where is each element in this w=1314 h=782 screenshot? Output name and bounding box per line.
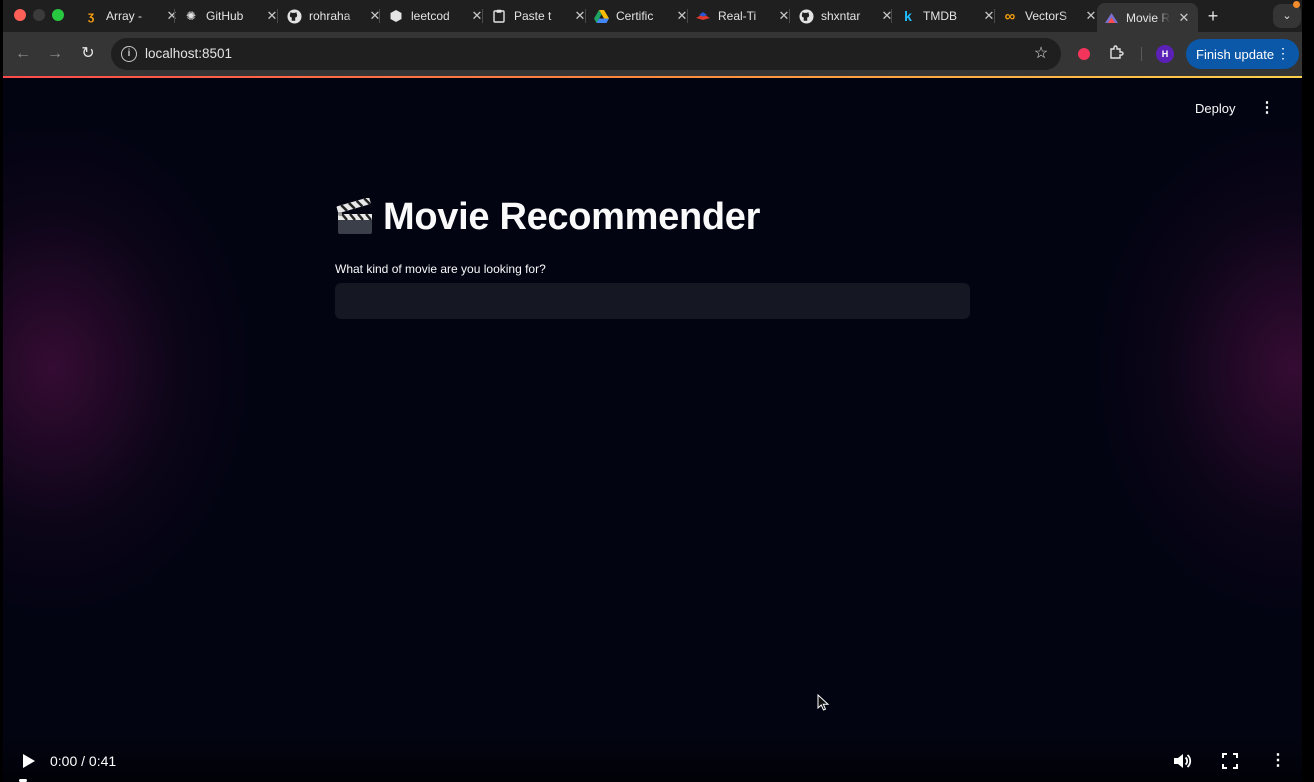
- close-icon[interactable]: ✕: [1176, 10, 1192, 26]
- clapperboard-icon: [335, 196, 375, 238]
- play-icon[interactable]: [19, 752, 37, 770]
- movie-query-input[interactable]: [335, 283, 970, 319]
- video-controls-bar: [0, 728, 1314, 782]
- tab-divider: [174, 9, 175, 23]
- back-button[interactable]: ←: [13, 44, 33, 64]
- tab-label: Paste t: [514, 9, 552, 23]
- url-text[interactable]: localhost:8501: [145, 46, 232, 61]
- tab-movie-recommender[interactable]: Movie R ✕: [1097, 3, 1198, 32]
- tab-certific[interactable]: Certific ✕: [593, 3, 690, 29]
- toolbar-divider: [1141, 47, 1142, 61]
- video-time: 0:00 / 0:41: [50, 753, 117, 769]
- window-maximize-button[interactable]: [52, 9, 64, 21]
- tab-label: TMDB: [923, 9, 957, 23]
- deploy-button[interactable]: Deploy: [1195, 101, 1235, 116]
- bookmark-star-icon[interactable]: ☆: [1031, 44, 1051, 64]
- background-glow-left: [3, 118, 253, 618]
- update-notification-dot: [1293, 1, 1300, 8]
- tab-array[interactable]: ʒ Array - ✕: [83, 3, 180, 29]
- tab-divider: [585, 9, 586, 23]
- reload-icon: ↻: [81, 45, 95, 62]
- window-minimize-button[interactable]: [33, 9, 45, 21]
- extension-icon[interactable]: [1078, 48, 1090, 60]
- tab-vectors[interactable]: ∞ VectorS ✕: [1002, 3, 1099, 29]
- finish-update-label: Finish update: [1196, 46, 1275, 62]
- tab-shxntar[interactable]: shxntar ✕: [798, 3, 895, 29]
- extensions-puzzle-icon[interactable]: [1107, 44, 1127, 64]
- tab-divider: [891, 9, 892, 23]
- more-vertical-icon: ⋮: [1276, 45, 1290, 61]
- tab-leetcode[interactable]: leetcod ✕: [388, 3, 485, 29]
- address-bar[interactable]: i localhost:8501 ☆: [111, 38, 1061, 70]
- app-menu-button[interactable]: ⋮: [1259, 99, 1275, 117]
- arrow-left-icon: ←: [15, 45, 31, 62]
- tab-strip: ʒ Array - ✕ ✺ GitHub ✕ rohraha ✕ leetcod…: [3, 0, 1302, 32]
- site-info-icon[interactable]: i: [121, 46, 137, 62]
- page-title-row: Movie Recommender: [335, 196, 760, 239]
- github-icon: [286, 8, 302, 24]
- orange-code-icon: ʒ: [87, 9, 95, 23]
- tab-rohraha[interactable]: rohraha ✕: [286, 3, 383, 29]
- cube-icon: [388, 8, 404, 24]
- fullscreen-icon[interactable]: [1222, 753, 1238, 769]
- tab-real-ti[interactable]: Real-Ti ✕: [695, 3, 792, 29]
- tab-label: Certific: [616, 9, 654, 23]
- tab-paste[interactable]: Paste t ✕: [491, 3, 588, 29]
- app-header: [3, 78, 1302, 130]
- close-icon[interactable]: ✕: [879, 8, 895, 24]
- tab-divider: [379, 9, 380, 23]
- tab-label: Movie R: [1126, 10, 1170, 25]
- clipboard-icon: [491, 8, 507, 24]
- kaggle-icon: k: [904, 8, 912, 24]
- tab-label: shxntar: [821, 9, 861, 23]
- more-vertical-icon: ⋮: [1270, 752, 1286, 769]
- background-glow-right: [1093, 118, 1302, 618]
- chevron-down-icon: ⌄: [1282, 10, 1292, 22]
- tab-divider: [994, 9, 995, 23]
- window-close-button[interactable]: [14, 9, 26, 21]
- google-drive-icon: [593, 8, 609, 24]
- screen-frame: ʒ Array - ✕ ✺ GitHub ✕ rohraha ✕ leetcod…: [0, 0, 1314, 782]
- video-more-options-button[interactable]: ⋮: [1270, 751, 1286, 771]
- github-icon: [798, 8, 814, 24]
- streamlit-icon: [1103, 10, 1119, 26]
- reload-button[interactable]: ↻: [78, 44, 98, 64]
- mouse-cursor-icon: [817, 694, 830, 711]
- tab-label: Array -: [106, 9, 142, 23]
- tab-divider: [789, 9, 790, 23]
- forward-button[interactable]: →: [45, 44, 65, 64]
- tab-github[interactable]: ✺ GitHub ✕: [183, 3, 280, 29]
- tab-divider: [687, 9, 688, 23]
- close-icon[interactable]: ✕: [164, 8, 180, 24]
- finish-update-button[interactable]: Finish update ⋮: [1186, 39, 1299, 69]
- openai-icon: ✺: [185, 9, 197, 23]
- movie-query-label: What kind of movie are you looking for?: [335, 262, 546, 276]
- close-icon[interactable]: ✕: [367, 8, 383, 24]
- tab-label: leetcod: [411, 9, 450, 23]
- browser-toolbar: ← → ↻ i localhost:8501 ☆ H Finish update…: [3, 32, 1302, 76]
- profile-avatar[interactable]: H: [1156, 45, 1174, 63]
- arrow-right-icon: →: [47, 45, 63, 62]
- infinity-icon: ∞: [1004, 7, 1016, 25]
- tab-label: rohraha: [309, 9, 351, 23]
- page-title: Movie Recommender: [383, 196, 761, 238]
- tab-tmdb[interactable]: k TMDB ✕: [900, 3, 997, 29]
- volume-icon[interactable]: [1172, 752, 1192, 770]
- tab-label: VectorS: [1025, 9, 1068, 23]
- tab-label: Real-Ti: [718, 9, 757, 23]
- app-viewport: Deploy ⋮ Movie Recommender What kind of …: [3, 78, 1302, 782]
- new-tab-button[interactable]: +: [1203, 6, 1223, 26]
- more-vertical-icon: ⋮: [1259, 99, 1275, 116]
- tab-label: GitHub: [206, 9, 244, 23]
- redis-icon: [695, 8, 711, 24]
- tab-divider: [482, 9, 483, 23]
- tab-divider: [277, 9, 278, 23]
